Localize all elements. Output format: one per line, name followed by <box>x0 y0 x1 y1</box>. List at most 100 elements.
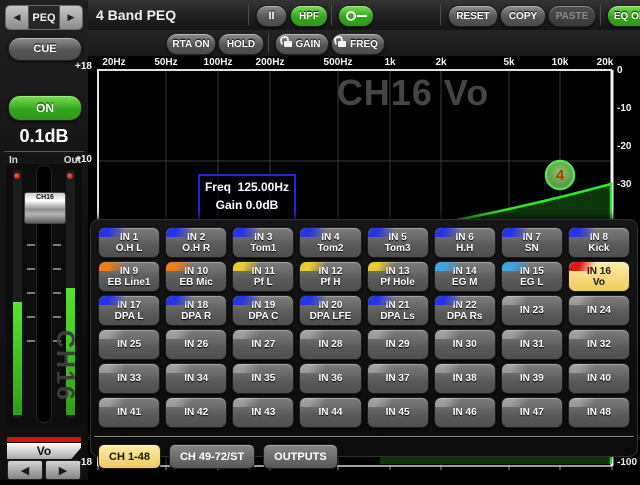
cue-button[interactable]: CUE <box>8 37 82 61</box>
channel-button-in16[interactable]: IN 16Vo <box>568 261 630 292</box>
gain-lock-button[interactable]: GAIN <box>275 33 329 55</box>
bank-tab-row: CH 1-48 CH 49-72/ST OUTPUTS <box>91 437 637 469</box>
channel-id-watermark: CH16 <box>50 330 79 402</box>
channel-button-in24[interactable]: IN 24 <box>568 295 630 326</box>
channel-button-in34[interactable]: IN 34 <box>165 363 227 394</box>
channel-color-tag <box>166 330 201 339</box>
channel-name-label: DPA Ls <box>380 311 414 322</box>
channel-button-in14[interactable]: IN 14EG M <box>434 261 496 292</box>
peq-label: PEQ <box>28 6 60 29</box>
channel-button-in17[interactable]: IN 17DPA L <box>98 295 160 326</box>
channel-button-in25[interactable]: IN 25 <box>98 329 160 360</box>
prev-channel-button[interactable]: ◀ <box>7 460 43 480</box>
db-scale-label: -20 <box>617 141 640 152</box>
fader-scale-ticks <box>27 244 35 344</box>
channel-button-in6[interactable]: IN 6H.H <box>434 227 496 258</box>
channel-button-in36[interactable]: IN 36 <box>299 363 361 394</box>
channel-button-in28[interactable]: IN 28 <box>299 329 361 360</box>
channel-color-tag <box>569 330 604 339</box>
channel-id-label: IN 41 <box>117 407 141 418</box>
channel-button-in45[interactable]: IN 45 <box>367 397 429 428</box>
arrow-left-icon: ◀ <box>21 464 29 477</box>
channel-button-in23[interactable]: IN 23 <box>501 295 563 326</box>
channel-button-in19[interactable]: IN 19DPA C <box>232 295 294 326</box>
bank-tab-outputs[interactable]: OUTPUTS <box>263 444 338 469</box>
channel-color-tag <box>435 398 470 407</box>
channel-button-in8[interactable]: IN 8Kick <box>568 227 630 258</box>
freq-lock-button[interactable]: FREQ <box>331 33 385 55</box>
channel-button-in37[interactable]: IN 37 <box>367 363 429 394</box>
channel-name-label: O.H L <box>116 243 143 254</box>
channel-name-label: EB Line1 <box>108 277 151 288</box>
band-gain-value: Gain 0.0dB <box>200 198 294 212</box>
channel-name-label: Pf L <box>254 277 273 288</box>
freq-tick-label: 5k <box>489 57 529 68</box>
channel-button-in3[interactable]: IN 3Tom1 <box>232 227 294 258</box>
channel-button-in30[interactable]: IN 30 <box>434 329 496 360</box>
channel-button-in33[interactable]: IN 33 <box>98 363 160 394</box>
channel-button-in31[interactable]: IN 31 <box>501 329 563 360</box>
channel-button-in13[interactable]: IN 13Pf Hole <box>367 261 429 292</box>
copy-button[interactable]: COPY <box>500 5 546 27</box>
fader-knob[interactable]: CH16 <box>24 192 66 224</box>
channel-color-tag <box>99 296 134 305</box>
channel-button-in39[interactable]: IN 39 <box>501 363 563 394</box>
channel-button-in22[interactable]: IN 22DPA Rs <box>434 295 496 326</box>
channel-button-in21[interactable]: IN 21DPA Ls <box>367 295 429 326</box>
channel-button-in10[interactable]: IN 10EB Mic <box>165 261 227 292</box>
channel-name-label: SN <box>525 243 539 254</box>
channel-button-in4[interactable]: IN 4Tom2 <box>299 227 361 258</box>
channel-name-label: DPA R <box>181 311 211 322</box>
rta-on-button[interactable]: RTA ON <box>166 33 216 55</box>
band-slide-button[interactable] <box>338 5 374 27</box>
channel-button-in11[interactable]: IN 11Pf L <box>232 261 294 292</box>
channel-color-tag <box>99 228 134 237</box>
channel-button-in27[interactable]: IN 27 <box>232 329 294 360</box>
channel-button-in15[interactable]: IN 15EG L <box>501 261 563 292</box>
channel-color-tag <box>435 296 470 305</box>
paste-button[interactable]: PASTE <box>548 5 596 27</box>
peq-prev-button[interactable]: ◀ <box>6 6 28 29</box>
channel-button-in44[interactable]: IN 44 <box>299 397 361 428</box>
channel-name-label: Pf H <box>320 277 340 288</box>
channel-button-in41[interactable]: IN 41 <box>98 397 160 428</box>
hold-button[interactable]: HOLD <box>218 33 264 55</box>
channel-button-in7[interactable]: IN 7SN <box>501 227 563 258</box>
channel-button-in47[interactable]: IN 47 <box>501 397 563 428</box>
eq-on-button[interactable]: EQ ON <box>607 5 640 27</box>
freq-tick-label: 500Hz <box>318 57 358 68</box>
channel-button-in29[interactable]: IN 29 <box>367 329 429 360</box>
bank-tab-ch-1-48[interactable]: CH 1-48 <box>98 444 161 469</box>
channel-button-in40[interactable]: IN 40 <box>568 363 630 394</box>
channel-on-button[interactable]: ON <box>8 95 82 121</box>
hpf-button[interactable]: HPF <box>290 5 328 27</box>
channel-button-in42[interactable]: IN 42 <box>165 397 227 428</box>
channel-color-tag <box>233 364 268 373</box>
channel-button-in18[interactable]: IN 18DPA R <box>165 295 227 326</box>
channel-button-in48[interactable]: IN 48 <box>568 397 630 428</box>
bank-tab-ch-49-72-st[interactable]: CH 49-72/ST <box>169 444 255 469</box>
channel-button-in20[interactable]: IN 20DPA LFE <box>299 295 361 326</box>
channel-color-tag <box>435 364 470 373</box>
db-scale-label: +18 <box>56 61 92 72</box>
channel-id-label: IN 33 <box>117 373 141 384</box>
channel-button-in5[interactable]: IN 5Tom3 <box>367 227 429 258</box>
channel-button-in32[interactable]: IN 32 <box>568 329 630 360</box>
band-mode-button[interactable]: II <box>256 5 287 27</box>
channel-button-in26[interactable]: IN 26 <box>165 329 227 360</box>
channel-button-in2[interactable]: IN 2O.H R <box>165 227 227 258</box>
divider <box>4 151 84 152</box>
channel-id-label: IN 27 <box>251 339 275 350</box>
channel-color-bar <box>7 437 81 442</box>
peq-next-button[interactable]: ▶ <box>60 6 82 29</box>
channel-button-in1[interactable]: IN 1O.H L <box>98 227 160 258</box>
channel-button-in35[interactable]: IN 35 <box>232 363 294 394</box>
channel-name-label: Tom2 <box>317 243 343 254</box>
channel-button-in9[interactable]: IN 9EB Line1 <box>98 261 160 292</box>
reset-button[interactable]: RESET <box>448 5 498 27</box>
channel-button-in43[interactable]: IN 43 <box>232 397 294 428</box>
channel-button-in46[interactable]: IN 46 <box>434 397 496 428</box>
channel-button-in38[interactable]: IN 38 <box>434 363 496 394</box>
channel-name-label: DPA Rs <box>447 311 483 322</box>
channel-button-in12[interactable]: IN 12Pf H <box>299 261 361 292</box>
